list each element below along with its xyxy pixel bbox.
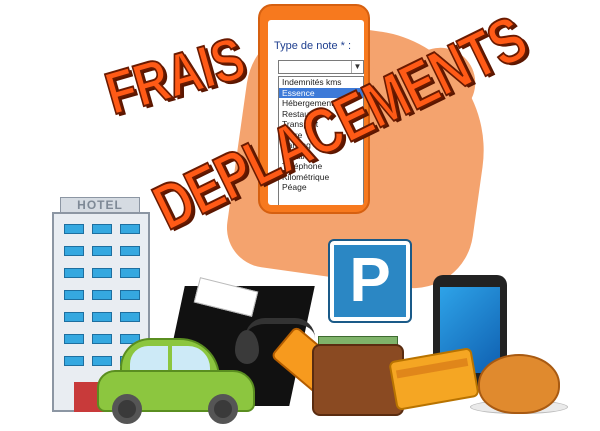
hotel-window [120, 312, 140, 322]
title-frais: FRAIS [97, 23, 252, 128]
note-type-select[interactable]: ▼ [278, 60, 364, 74]
hotel-sign: HOTEL [60, 197, 140, 213]
hotel-window [92, 246, 112, 256]
hotel-window [64, 246, 84, 256]
roast-chicken-icon [478, 354, 560, 414]
hotel-window [120, 246, 140, 256]
car-window [130, 346, 168, 370]
illustration-canvas: Type de note * : ▼ Indemnités kms Essence… [0, 0, 600, 431]
hotel-window [92, 224, 112, 234]
hotel-window [64, 224, 84, 234]
hotel-window [64, 268, 84, 278]
hotel-window [120, 268, 140, 278]
hotel-window [120, 290, 140, 300]
hotel-window [92, 334, 112, 344]
oil-drop-icon [235, 330, 259, 364]
car-wheel [112, 394, 142, 424]
hotel-window [64, 312, 84, 322]
parking-letter: P [349, 246, 391, 315]
car-wheel [208, 394, 238, 424]
note-type-label: Type de note * : [274, 40, 352, 52]
hotel-sign-text: HOTEL [77, 198, 123, 212]
hotel-window [92, 290, 112, 300]
hotel-window [64, 290, 84, 300]
hotel-window [92, 312, 112, 322]
hotel-window [92, 356, 112, 366]
card-stripe [395, 357, 469, 379]
wallet-icon [312, 344, 404, 416]
hotel-window [64, 356, 84, 366]
hotel-window [120, 224, 140, 234]
hotel-window [64, 334, 84, 344]
parking-sign-icon: P [328, 239, 412, 323]
hotel-window [92, 268, 112, 278]
